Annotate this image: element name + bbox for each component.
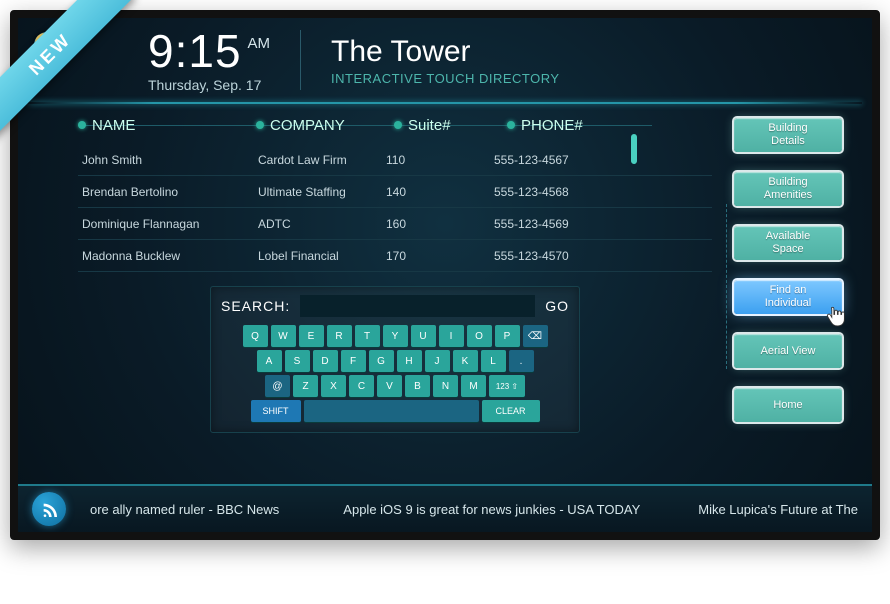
cell-name: Madonna Bucklew [78,249,258,263]
key-x[interactable]: X [321,375,346,397]
key-a[interactable]: A [257,350,282,372]
key-s[interactable]: S [285,350,310,372]
table-row[interactable]: John Smith Cardot Law Firm 110 555-123-4… [78,144,712,176]
key-m[interactable]: M [461,375,486,397]
cell-name: John Smith [78,153,258,167]
cell-company: ADTC [258,217,386,231]
key-n[interactable]: N [433,375,458,397]
col-company: COMPANY [270,117,345,134]
rss-icon[interactable] [32,492,66,526]
key-c[interactable]: C [349,375,374,397]
nav-available-space[interactable]: AvailableSpace [734,226,842,260]
cell-phone: 555-123-4567 [494,153,634,167]
key-q[interactable]: Q [243,325,268,347]
key-o[interactable]: O [467,325,492,347]
search-input[interactable] [300,295,535,317]
cell-company: Cardot Law Firm [258,153,386,167]
search-label: SEARCH: [221,298,290,314]
clock-time: 9:15 [148,28,242,74]
key-z[interactable]: Z [293,375,318,397]
cell-name: Dominique Flannagan [78,217,258,231]
col-suite: Suite# [408,117,451,134]
cell-suite: 110 [386,153,494,167]
ticker-item: Mike Lupica's Future at The [698,502,858,517]
key-i[interactable]: I [439,325,464,347]
key-v[interactable]: V [377,375,402,397]
nav-building-details[interactable]: BuildingDetails [734,118,842,152]
key-l[interactable]: L [481,350,506,372]
key-clear[interactable]: CLEAR [482,400,540,422]
cell-company: Lobel Financial [258,249,386,263]
cell-suite: 170 [386,249,494,263]
key-t[interactable]: T [355,325,380,347]
key-k[interactable]: K [453,350,478,372]
key-h[interactable]: H [397,350,422,372]
side-divider [726,204,727,369]
key-at[interactable]: @ [265,375,290,397]
go-button[interactable]: GO [545,298,569,314]
clock-date: Thursday, Sep. 17 [148,78,270,92]
onscreen-keyboard: QWERTYUIOP⌫ ASDFGHJKL. @ZXCVBNM123 ⇧ SHI… [221,325,569,422]
search-panel: SEARCH: GO QWERTYUIOP⌫ ASDFGHJKL. @ZXCVB… [210,286,580,433]
table-row[interactable]: Brendan Bertolino Ultimate Staffing 140 … [78,176,712,208]
key-period[interactable]: . [509,350,534,372]
cell-phone: 555-123-4569 [494,217,634,231]
side-nav: BuildingDetails BuildingAmenities Availa… [722,104,872,439]
key-backspace[interactable]: ⌫ [523,325,548,347]
nav-building-amenities[interactable]: BuildingAmenities [734,172,842,206]
page-subtitle: INTERACTIVE TOUCH DIRECTORY [331,71,560,86]
key-numtoggle[interactable]: 123 ⇧ [489,375,525,397]
key-w[interactable]: W [271,325,296,347]
table-header: NAME COMPANY Suite# PHONE# [78,110,712,140]
cell-phone: 555-123-4568 [494,185,634,199]
col-name: NAME [92,117,135,134]
cursor-hand-icon [822,302,850,330]
ticker-item: ore ally named ruler - BBC News [90,502,279,517]
clock-ampm: AM [248,36,271,51]
table-row[interactable]: Dominique Flannagan ADTC 160 555-123-456… [78,208,712,240]
nav-aerial-view[interactable]: Aerial View [734,334,842,368]
directory-table: John Smith Cardot Law Firm 110 555-123-4… [78,144,712,272]
key-space[interactable] [304,400,479,422]
key-y[interactable]: Y [383,325,408,347]
news-ticker: ore ally named ruler - BBC News Apple iO… [18,484,872,532]
key-g[interactable]: G [369,350,394,372]
key-p[interactable]: P [495,325,520,347]
key-r[interactable]: R [327,325,352,347]
header-divider [300,30,301,90]
key-f[interactable]: F [341,350,366,372]
cell-name: Brendan Bertolino [78,185,258,199]
cell-suite: 140 [386,185,494,199]
key-j[interactable]: J [425,350,450,372]
col-phone: PHONE# [521,117,583,134]
key-e[interactable]: E [299,325,324,347]
scrollbar-thumb[interactable] [631,134,637,164]
key-b[interactable]: B [405,375,430,397]
ticker-item: Apple iOS 9 is great for news junkies - … [343,502,640,517]
table-row[interactable]: Madonna Bucklew Lobel Financial 170 555-… [78,240,712,272]
key-shift[interactable]: SHIFT [251,400,301,422]
cell-phone: 555-123-4570 [494,249,634,263]
clock-block: 9:15 AM Thursday, Sep. 17 [148,28,270,92]
cell-suite: 160 [386,217,494,231]
nav-home[interactable]: Home [734,388,842,422]
page-title: The Tower [331,35,560,69]
key-d[interactable]: D [313,350,338,372]
cell-company: Ultimate Staffing [258,185,386,199]
key-u[interactable]: U [411,325,436,347]
